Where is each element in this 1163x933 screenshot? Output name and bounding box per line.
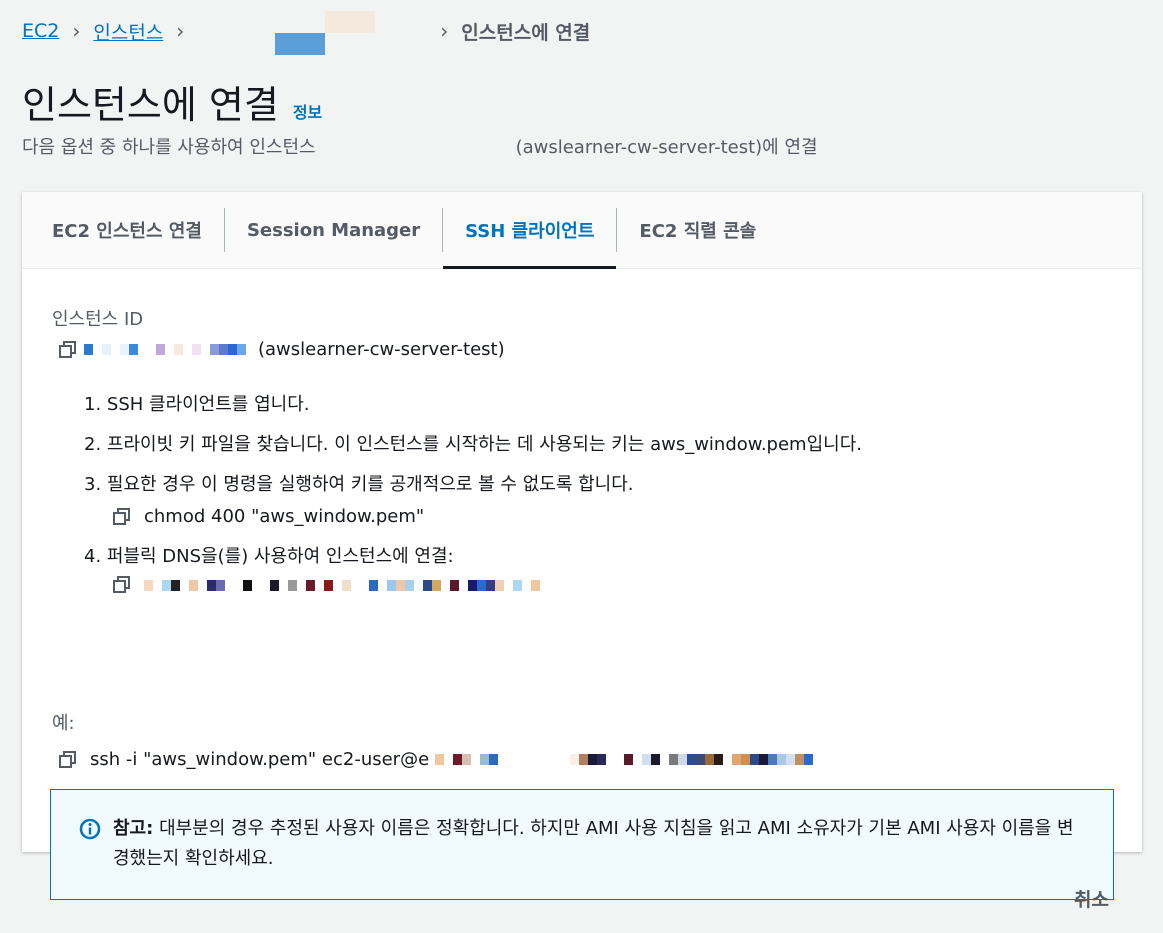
example-label: 예: xyxy=(52,713,75,734)
step-item: 4. 퍼블릭 DNS을(를) 사용하여 인스턴스에 연결: xyxy=(84,543,862,595)
tab-ssh-client[interactable]: SSH 클라이언트 xyxy=(443,192,617,269)
example-command-row: ssh -i "aws_window.pem" ec2-user@e xyxy=(58,749,814,770)
info-circle-icon xyxy=(79,818,101,840)
chmod-command: chmod 400 "aws_window.pem" xyxy=(144,506,425,527)
connect-panel: EC2 인스턴스 연결 Session Manager SSH 클라이언트 EC… xyxy=(22,192,1142,900)
connect-tabs: EC2 인스턴스 연결 Session Manager SSH 클라이언트 EC… xyxy=(22,192,1142,269)
copy-icon[interactable] xyxy=(58,340,78,360)
copy-icon[interactable] xyxy=(112,575,132,595)
page-subtitle: 다음 옵션 중 하나를 사용하여 인스턴스 (awslearner-cw-serv… xyxy=(22,133,818,159)
step-text: 3. 필요한 경우 이 명령을 실행하여 키를 공개적으로 볼 수 없도록 합니… xyxy=(84,474,634,495)
page-title-text: 인스턴스에 연결 xyxy=(22,83,279,127)
instance-name: (awslearner-cw-server-test) xyxy=(258,339,505,360)
ssh-steps: 1. SSH 클라이언트를 엽니다. 2. 프라이빗 키 파일을 찾습니다. 이… xyxy=(84,391,862,607)
chevron-right-icon: › xyxy=(72,19,81,43)
chmod-command-row: chmod 400 "aws_window.pem" xyxy=(112,503,862,531)
step-item: 3. 필요한 경우 이 명령을 실행하여 키를 공개적으로 볼 수 없도록 합니… xyxy=(84,471,862,531)
redacted-public-dns xyxy=(144,578,540,592)
example-command: ssh -i "aws_window.pem" ec2-user@e xyxy=(90,749,430,770)
instance-id-row: (awslearner-cw-server-test) xyxy=(58,339,505,360)
cancel-button[interactable]: 취소 xyxy=(1074,885,1109,912)
subtitle-start: 다음 옵션 중 하나를 사용하여 인스턴스 xyxy=(22,137,316,158)
redacted-instance-id xyxy=(197,11,427,55)
breadcrumb-instances-link[interactable]: 인스턴스 xyxy=(93,18,163,45)
tab-session-manager[interactable]: Session Manager xyxy=(225,192,442,268)
chevron-right-icon: › xyxy=(176,19,185,43)
subtitle-end: (awslearner-cw-server-test)에 연결 xyxy=(515,137,818,158)
redacted-public-dns xyxy=(435,753,814,767)
breadcrumb-current: 인스턴스에 연결 xyxy=(461,21,591,44)
tab-ec2-serial-console[interactable]: EC2 직렬 콘솔 xyxy=(617,192,778,268)
tab-ec2-instance-connect[interactable]: EC2 인스턴스 연결 xyxy=(30,192,224,268)
copy-icon[interactable] xyxy=(58,750,78,770)
instance-id-label: 인스턴스 ID xyxy=(52,309,144,330)
note-alert: 참고: 대부분의 경우 추정된 사용자 이름은 정확합니다. 하지만 AMI 사… xyxy=(50,789,1114,900)
step-text: 4. 퍼블릭 DNS을(를) 사용하여 인스턴스에 연결: xyxy=(84,546,454,567)
note-title: 참고: xyxy=(113,818,154,839)
public-dns-row xyxy=(112,575,862,595)
step-item: 2. 프라이빗 키 파일을 찾습니다. 이 인스턴스를 시작하는 데 사용되는 … xyxy=(84,434,862,455)
breadcrumb-ec2-link[interactable]: EC2 xyxy=(22,20,59,42)
redacted-instance-id xyxy=(84,343,246,357)
note-text: 대부분의 경우 추정된 사용자 이름은 정확합니다. 하지만 AMI 사용 지침… xyxy=(113,818,1074,869)
chevron-right-icon: › xyxy=(440,19,449,43)
copy-icon[interactable] xyxy=(112,507,132,527)
info-link[interactable]: 정보 xyxy=(293,99,322,123)
breadcrumb: EC2 › 인스턴스 › › 인스턴스에 연결 xyxy=(22,11,591,55)
page-title: 인스턴스에 연결 정보 xyxy=(22,74,322,129)
step-item: 1. SSH 클라이언트를 엽니다. xyxy=(84,394,310,415)
